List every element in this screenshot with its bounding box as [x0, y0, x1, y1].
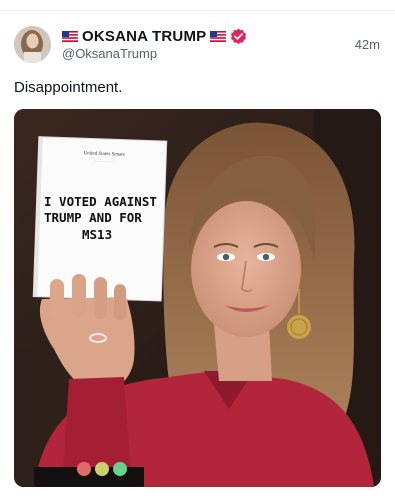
post-timestamp[interactable]: 42m — [355, 37, 380, 52]
author-avatar[interactable] — [14, 26, 51, 63]
svg-text:――――――: ―――――― — [94, 159, 114, 164]
post-card[interactable]: OKSANA TRUMP @OksanaTrump 42m Disappoint… — [0, 0, 395, 500]
post-image[interactable]: United States Senate ―――――― I VOTED AGAI… — [14, 109, 381, 487]
author-name-row[interactable]: OKSANA TRUMP — [62, 26, 247, 46]
sign-line-1: I VOTED AGAINST — [44, 194, 157, 209]
verified-badge-icon — [231, 28, 247, 44]
us-flag-icon — [62, 30, 78, 42]
post-text: Disappointment. — [14, 79, 123, 96]
sign-line-2: TRUMP AND FOR — [44, 210, 142, 225]
us-flag-icon — [210, 30, 227, 42]
author-handle[interactable]: @OksanaTrump — [62, 46, 157, 61]
sign-line-3: MS13 — [82, 227, 112, 242]
author-display-name[interactable]: OKSANA TRUMP — [82, 28, 206, 45]
